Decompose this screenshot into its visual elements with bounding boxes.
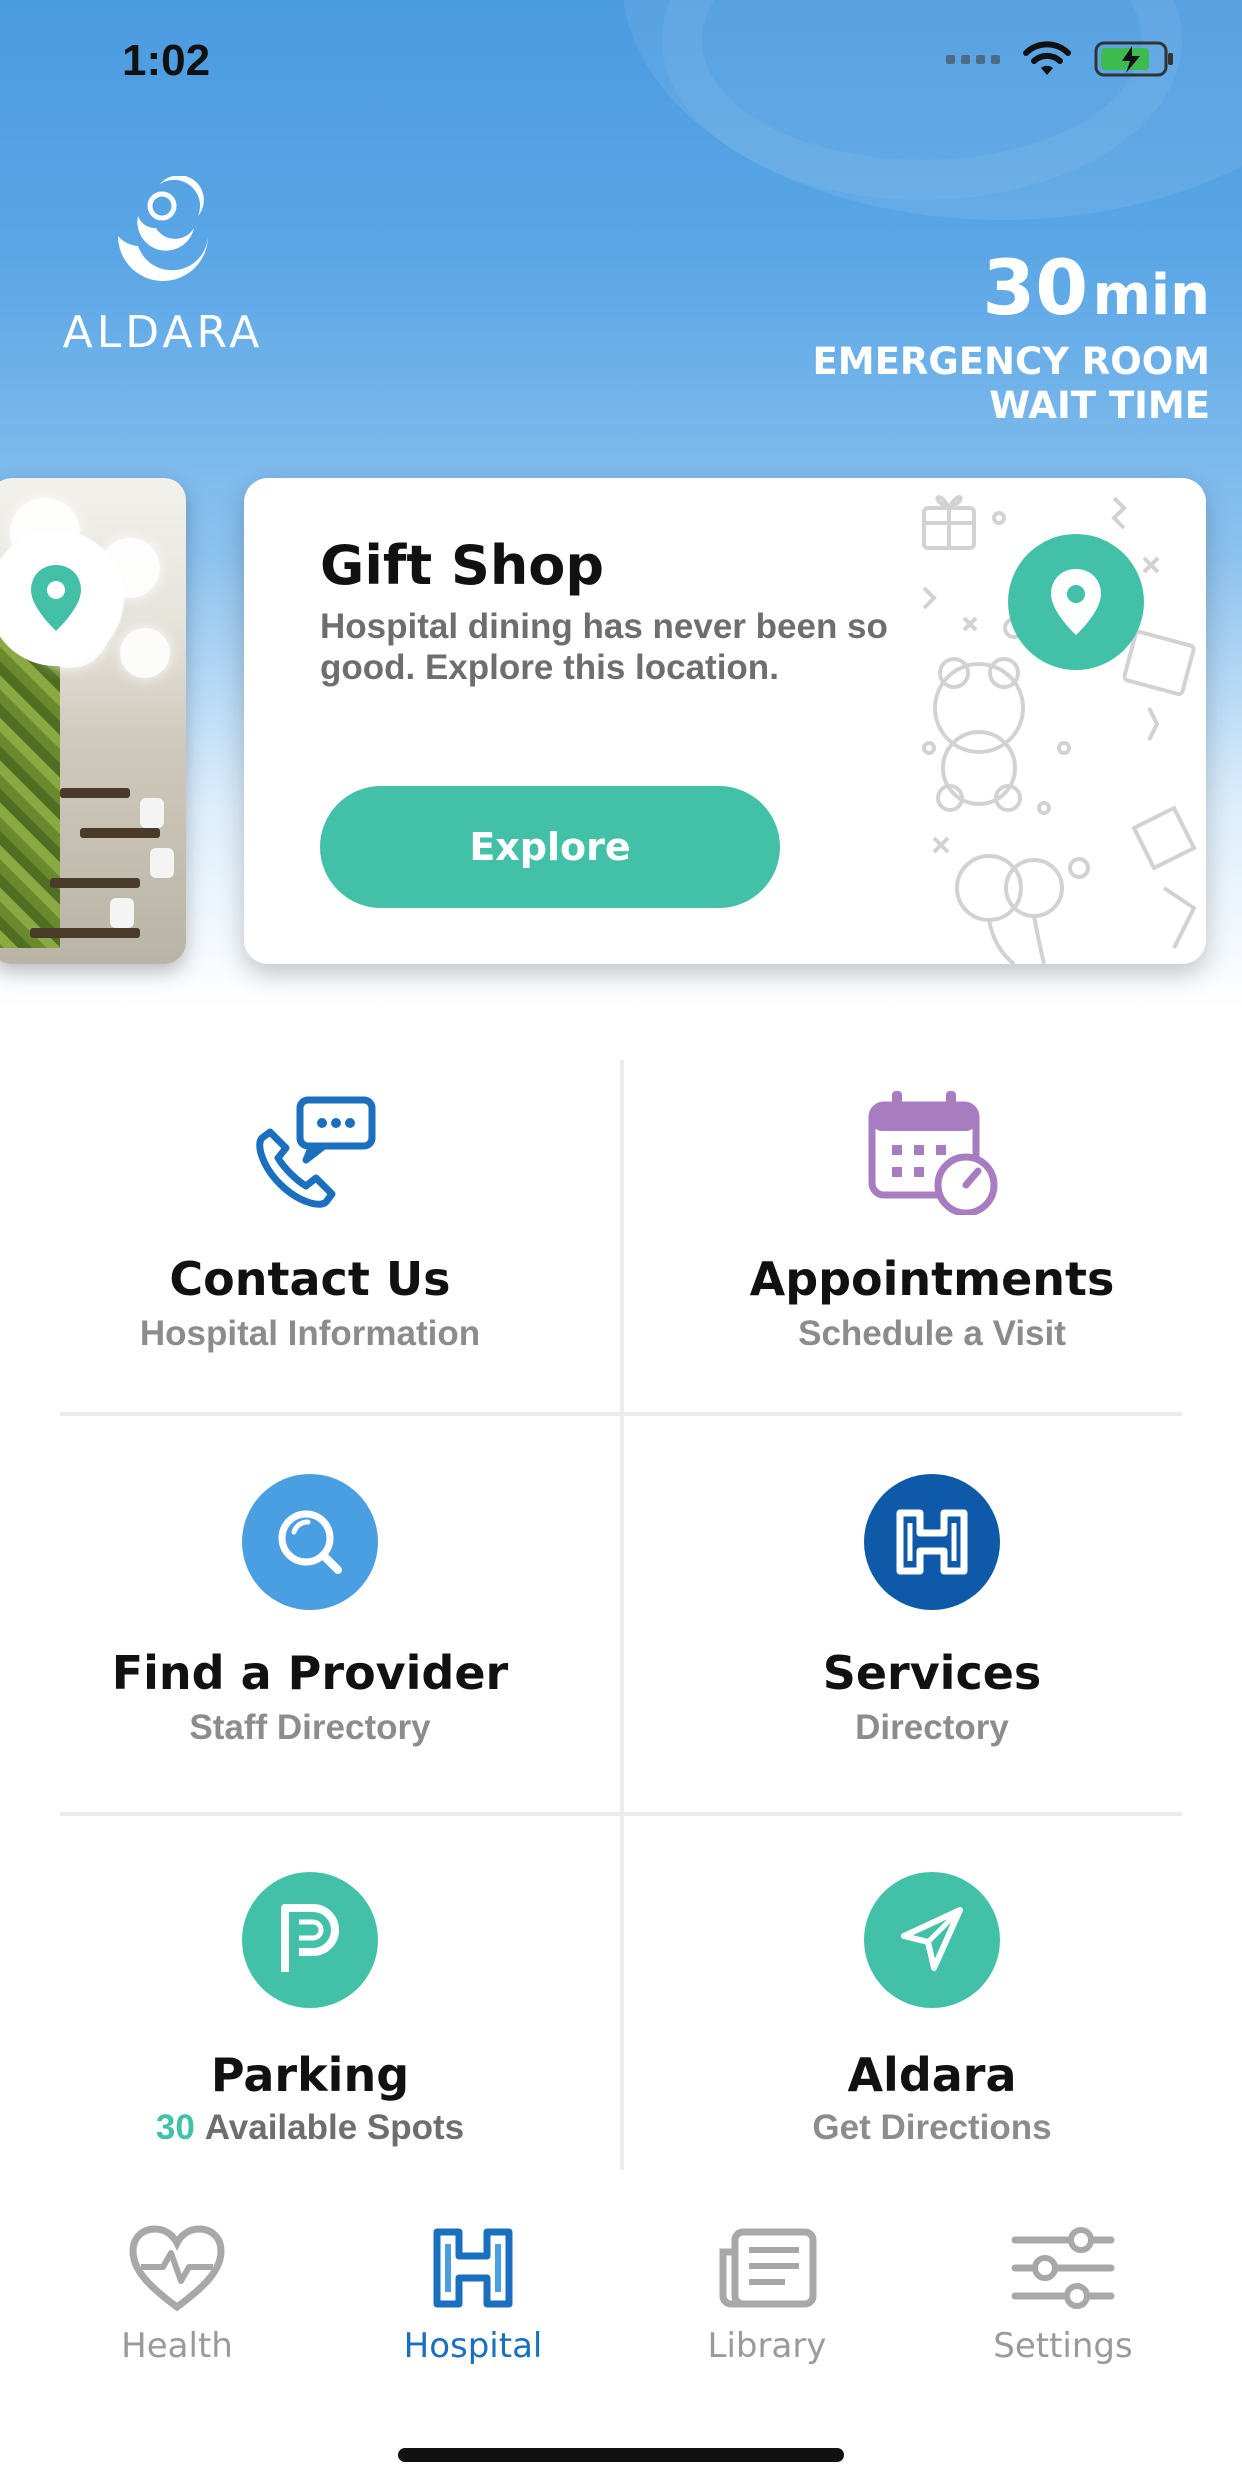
home-indicator[interactable] xyxy=(398,2448,844,2462)
library-icon xyxy=(719,2228,817,2308)
wait-value: 30 min xyxy=(812,250,1210,329)
location-pin-icon xyxy=(1051,569,1101,635)
wait-number: 30 xyxy=(982,243,1089,332)
tab-health[interactable]: Health xyxy=(52,2220,302,2366)
card-description: Hospital dining has never been so good. … xyxy=(320,607,888,687)
phone-chat-icon xyxy=(256,1096,376,1208)
explore-button[interactable]: Explore xyxy=(320,786,780,908)
tab-bar: Health Hospital Library Settings xyxy=(0,2180,1242,2380)
parking-icon xyxy=(281,1904,339,1972)
wait-label: EMERGENCY ROOM xyxy=(812,340,1210,383)
find-provider-tile[interactable]: Find a Provider Staff Directory xyxy=(0,1416,620,1816)
er-wait-time: 30 min EMERGENCY ROOM WAIT TIME xyxy=(812,250,1210,428)
parking-spots-count: 30 xyxy=(155,2108,195,2147)
sliders-icon xyxy=(1011,2227,1115,2309)
hospital-h-icon xyxy=(433,2228,513,2308)
living-wall xyxy=(0,618,60,948)
status-icons xyxy=(946,40,1176,78)
tile-subtitle: Available Spots xyxy=(204,2108,465,2147)
tab-settings[interactable]: Settings xyxy=(938,2220,1188,2366)
chair xyxy=(150,848,174,878)
tile-subtitle: Get Directions xyxy=(812,2108,1052,2147)
tile-subtitle: Hospital Information xyxy=(139,1314,481,1353)
search-icon xyxy=(278,1510,342,1574)
tab-label: Library xyxy=(707,2326,827,2366)
battery-icon xyxy=(1094,41,1173,77)
tab-label: Settings xyxy=(993,2326,1133,2366)
wait-label: WAIT TIME xyxy=(989,384,1210,427)
tile-title: Parking xyxy=(210,2048,410,2102)
tab-label: Health xyxy=(121,2326,233,2366)
tab-library[interactable]: Library xyxy=(642,2220,892,2366)
status-time: 1:02 xyxy=(122,36,211,85)
aldara-logo: ALDARA xyxy=(58,175,268,358)
tile-title: Appointments xyxy=(749,1252,1115,1306)
table xyxy=(60,788,130,798)
logo-wordmark: ALDARA xyxy=(62,307,264,358)
chair xyxy=(110,898,134,928)
tile-title: Aldara xyxy=(847,2048,1017,2102)
parking-availability: 30 Available Spots xyxy=(0,2108,620,2148)
calendar-clock-icon xyxy=(868,1091,998,1215)
gift-shop-card[interactable]: Gift Shop Hospital dining has never been… xyxy=(244,478,1206,964)
lamp xyxy=(120,628,170,678)
wait-unit: min xyxy=(1092,263,1210,328)
tab-label: Hospital xyxy=(403,2326,543,2366)
tile-subtitle: Staff Directory xyxy=(189,1708,431,1747)
tile-subtitle: Directory xyxy=(855,1708,1009,1747)
table xyxy=(80,828,160,838)
chair xyxy=(140,798,164,828)
hospital-menu-grid: Contact Us Hospital Information Appointm… xyxy=(0,1060,1242,2170)
heart-pulse-icon xyxy=(129,2225,225,2312)
location-pin-icon xyxy=(31,565,81,631)
tile-subtitle: Schedule a Visit xyxy=(798,1314,1066,1353)
wifi-icon xyxy=(1023,41,1071,75)
services-tile[interactable]: Services Directory xyxy=(622,1416,1242,1816)
hospital-h-icon xyxy=(896,1509,968,1575)
tile-title: Find a Provider xyxy=(111,1646,509,1700)
signal-icon xyxy=(946,54,1000,64)
directions-tile[interactable]: Aldara Get Directions xyxy=(622,1816,1242,2216)
table xyxy=(50,878,140,888)
card-location-pin[interactable] xyxy=(1008,534,1144,670)
navigation-arrow-icon xyxy=(901,1907,963,1971)
card-title: Gift Shop xyxy=(320,534,605,597)
tab-hospital[interactable]: Hospital xyxy=(348,2220,598,2366)
appointments-tile[interactable]: Appointments Schedule a Visit xyxy=(622,1060,1242,1460)
parking-tile[interactable]: Parking 30 Available Spots xyxy=(0,1816,620,2216)
contact-us-tile[interactable]: Contact Us Hospital Information xyxy=(0,1060,620,1460)
aldara-logo-icon xyxy=(118,175,208,281)
table xyxy=(30,928,140,938)
tile-title: Contact Us xyxy=(169,1252,451,1306)
tile-title: Services xyxy=(822,1646,1042,1700)
